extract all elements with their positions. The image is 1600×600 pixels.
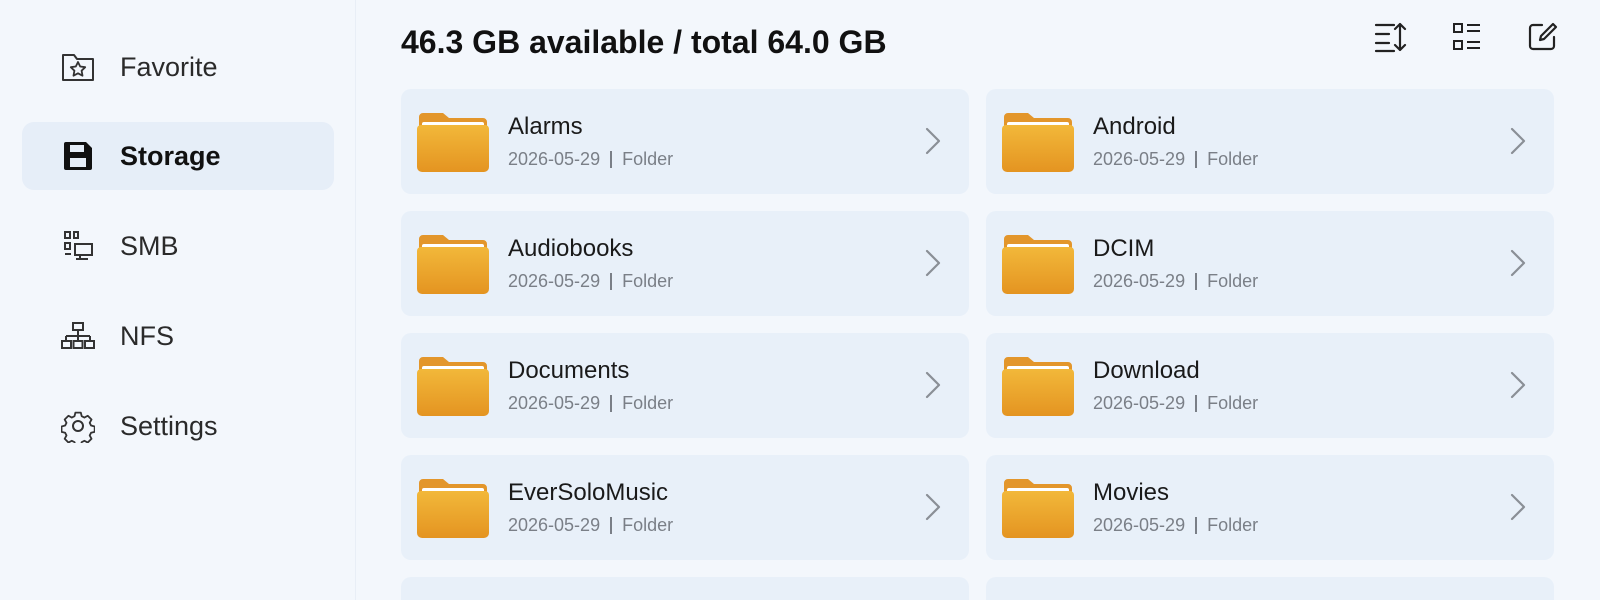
sidebar-item-label: Favorite (120, 51, 218, 82)
folder-name: EverSoloMusic (508, 479, 669, 506)
folder-icon (417, 478, 489, 538)
toolbar (1372, 18, 1562, 56)
sidebar-item-storage[interactable]: Storage (22, 122, 334, 190)
folder-card-alarms[interactable]: Alarms 2026-05-29 Folder (401, 89, 969, 194)
folder-card-download[interactable]: Download 2026-05-29 Folder (986, 333, 1554, 438)
folder-icon (417, 112, 489, 172)
folder-date: 2026-05-29 (508, 515, 601, 535)
folder-card-partial[interactable] (986, 577, 1554, 600)
chevron-right-icon (1510, 371, 1526, 399)
storage-summary: 46.3 GB available / total 64.0 GB (401, 23, 887, 60)
chevron-right-icon (1510, 249, 1526, 277)
folder-card-documents[interactable]: Documents 2026-05-29 Folder (401, 333, 969, 438)
app-window: Favorite Storage SMB NFS Settings 46.3 G… (0, 0, 1600, 600)
storage-icon (60, 138, 96, 174)
folder-date: 2026-05-29 (1093, 515, 1186, 535)
meta-divider (1195, 395, 1198, 412)
folder-name: Audiobooks (508, 235, 634, 262)
chevron-right-icon (925, 127, 941, 155)
folder-name: Movies (1093, 479, 1170, 506)
chevron-right-icon (925, 249, 941, 277)
folder-name: Documents (508, 357, 630, 384)
main-content: 46.3 GB available / total 64.0 GB Alarms… (356, 0, 1600, 600)
folder-date: 2026-05-29 (508, 271, 601, 291)
folder-date: 2026-05-29 (508, 393, 601, 413)
meta-divider (610, 151, 613, 168)
meta-divider (1195, 151, 1198, 168)
folder-icon (417, 234, 489, 294)
folder-icon (1002, 478, 1074, 538)
folder-type: Folder (1207, 271, 1259, 291)
folder-card-audiobooks[interactable]: Audiobooks 2026-05-29 Folder (401, 211, 969, 316)
sort-icon[interactable] (1372, 18, 1410, 56)
folder-type: Folder (622, 271, 674, 291)
folder-name: DCIM (1093, 235, 1155, 262)
chevron-right-icon (1510, 127, 1526, 155)
sidebar: Favorite Storage SMB NFS Settings (0, 0, 356, 600)
sidebar-item-nfs[interactable]: NFS (22, 302, 334, 370)
folder-name: Android (1093, 113, 1176, 140)
folder-type: Folder (1207, 393, 1259, 413)
folder-type: Folder (622, 515, 674, 535)
folder-card-eversolomusic[interactable]: EverSoloMusic 2026-05-29 Folder (401, 455, 969, 560)
folder-type: Folder (622, 149, 674, 169)
folder-type: Folder (622, 393, 674, 413)
folder-card-movies[interactable]: Movies 2026-05-29 Folder (986, 455, 1554, 560)
folder-card-partial[interactable] (401, 577, 969, 600)
sidebar-item-settings[interactable]: Settings (22, 392, 334, 460)
folder-type: Folder (1207, 149, 1259, 169)
folder-icon (1002, 356, 1074, 416)
folder-icon (1002, 234, 1074, 294)
meta-divider (1195, 273, 1198, 290)
edit-icon[interactable] (1524, 18, 1562, 56)
sidebar-item-smb[interactable]: SMB (22, 212, 334, 280)
folder-card-dcim[interactable]: DCIM 2026-05-29 Folder (986, 211, 1554, 316)
folder-grid: Alarms 2026-05-29 Folder Android 2026-05-… (401, 89, 1554, 600)
folder-date: 2026-05-29 (1093, 149, 1186, 169)
folder-name: Alarms (508, 113, 583, 140)
chevron-right-icon (925, 493, 941, 521)
meta-divider (610, 273, 613, 290)
sidebar-item-label: NFS (120, 320, 174, 351)
meta-divider (1195, 517, 1198, 534)
meta-divider (610, 517, 613, 534)
gear-icon (60, 408, 96, 444)
folder-card-android[interactable]: Android 2026-05-29 Folder (986, 89, 1554, 194)
folder-icon (417, 356, 489, 416)
favorite-folder-icon (60, 49, 96, 85)
folder-icon (1002, 112, 1074, 172)
folder-type: Folder (1207, 515, 1259, 535)
sidebar-item-favorite[interactable]: Favorite (22, 33, 334, 101)
nfs-network-icon (60, 318, 96, 354)
chevron-right-icon (1510, 493, 1526, 521)
sidebar-item-label: SMB (120, 230, 179, 261)
chevron-right-icon (925, 371, 941, 399)
meta-divider (610, 395, 613, 412)
folder-date: 2026-05-29 (508, 149, 601, 169)
folder-date: 2026-05-29 (1093, 393, 1186, 413)
sidebar-item-label: Settings (120, 410, 218, 441)
list-view-icon[interactable] (1448, 18, 1486, 56)
sidebar-item-label: Storage (120, 140, 221, 171)
folder-name: Download (1093, 357, 1200, 384)
folder-date: 2026-05-29 (1093, 271, 1186, 291)
smb-network-icon (60, 228, 96, 264)
